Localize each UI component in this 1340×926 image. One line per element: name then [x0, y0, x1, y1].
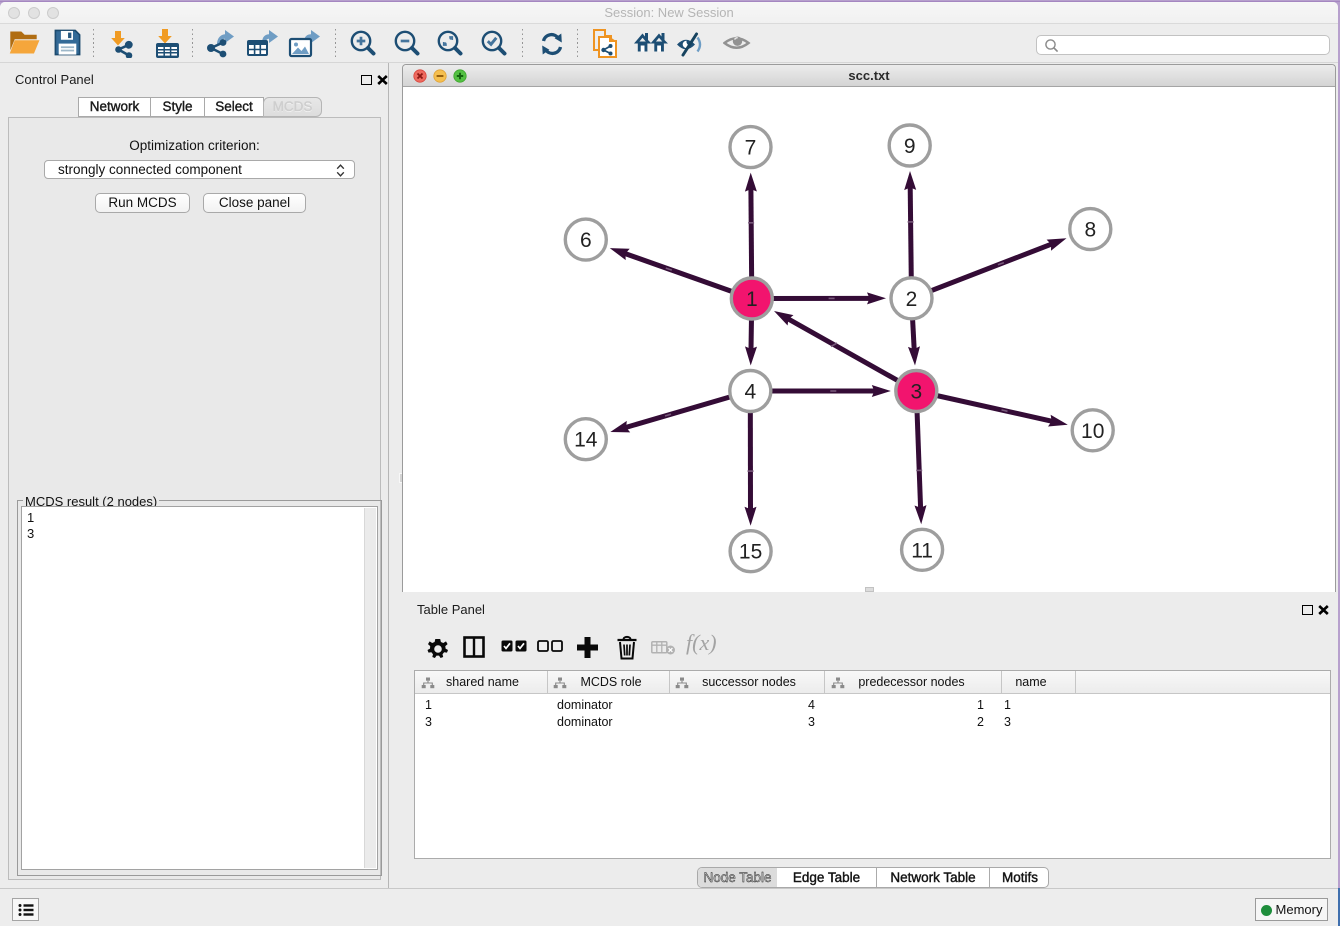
- svg-text:2: 2: [906, 288, 918, 311]
- svg-text:9: 9: [904, 135, 916, 158]
- svg-text:7: 7: [745, 137, 757, 160]
- svg-text:3: 3: [910, 381, 922, 404]
- svg-text:15: 15: [739, 541, 762, 564]
- svg-text:10: 10: [1081, 420, 1104, 443]
- svg-text:4: 4: [744, 381, 756, 404]
- svg-text:1: 1: [746, 288, 758, 311]
- svg-text:8: 8: [1084, 219, 1096, 242]
- svg-text:6: 6: [580, 229, 592, 252]
- svg-text:14: 14: [574, 429, 598, 452]
- svg-text:11: 11: [911, 539, 933, 562]
